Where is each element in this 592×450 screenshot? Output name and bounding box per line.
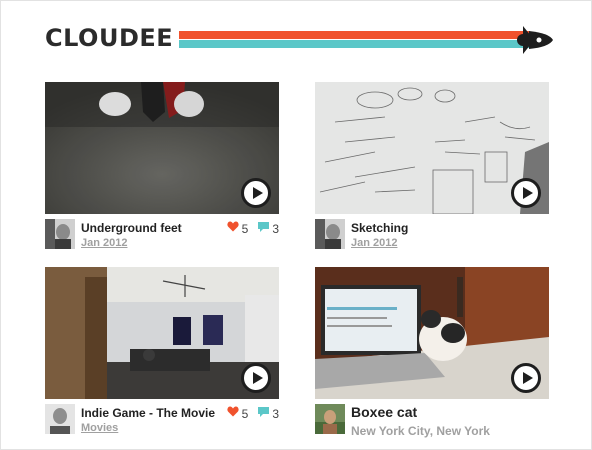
- brand-logo[interactable]: CLOUDEE: [45, 24, 173, 52]
- video-date-link[interactable]: Jan 2012: [81, 237, 127, 249]
- avatar[interactable]: [315, 404, 345, 434]
- play-icon[interactable]: [241, 178, 271, 208]
- video-location: New York City, New York: [351, 424, 490, 438]
- likes-count: 5: [241, 406, 249, 421]
- play-icon[interactable]: [511, 363, 541, 393]
- video-title[interactable]: Boxee cat: [351, 404, 417, 420]
- avatar[interactable]: [45, 404, 75, 434]
- video-meta: Indie Game - The Movie Movies 53: [45, 404, 279, 438]
- video-thumbnail[interactable]: [45, 267, 279, 399]
- video-tile: Sketching Jan 2012: [315, 82, 549, 253]
- avatar[interactable]: [45, 219, 75, 249]
- video-meta: Underground feet Jan 2012 53: [45, 219, 279, 253]
- heart-icon[interactable]: [226, 221, 239, 232]
- logo-stripe-orange: [179, 31, 529, 39]
- comments-count: 3: [272, 406, 279, 421]
- rocket-icon: [517, 26, 553, 54]
- likes-count: 5: [241, 221, 249, 236]
- video-title[interactable]: Underground feet: [81, 221, 182, 235]
- video-tile: Indie Game - The Movie Movies 53: [45, 267, 279, 438]
- video-date-link[interactable]: Jan 2012: [351, 237, 397, 249]
- comments-count: 3: [272, 221, 279, 236]
- video-title[interactable]: Sketching: [351, 221, 408, 235]
- video-meta: Sketching Jan 2012: [315, 219, 549, 253]
- video-title[interactable]: Indie Game - The Movie: [81, 406, 215, 420]
- video-tile: Underground feet Jan 2012 53: [45, 82, 279, 253]
- video-tile: Boxee cat New York City, New York: [315, 267, 549, 438]
- play-icon[interactable]: [241, 363, 271, 393]
- video-stats: 53: [226, 406, 279, 421]
- video-meta: Boxee cat New York City, New York: [315, 404, 549, 438]
- video-stats: 53: [226, 221, 279, 236]
- play-icon[interactable]: [511, 178, 541, 208]
- page-card: CLOUDEE Underground feet Jan 2012 5 3 Sk…: [0, 0, 592, 450]
- comment-icon[interactable]: [258, 222, 270, 232]
- video-thumbnail[interactable]: [315, 267, 549, 399]
- logo-stripe-teal: [179, 40, 529, 48]
- comment-icon[interactable]: [258, 407, 270, 417]
- heart-icon[interactable]: [226, 406, 239, 417]
- video-thumbnail[interactable]: [315, 82, 549, 214]
- video-thumbnail[interactable]: [45, 82, 279, 214]
- video-category-link[interactable]: Movies: [81, 422, 118, 434]
- avatar[interactable]: [315, 219, 345, 249]
- header: CLOUDEE: [45, 21, 555, 61]
